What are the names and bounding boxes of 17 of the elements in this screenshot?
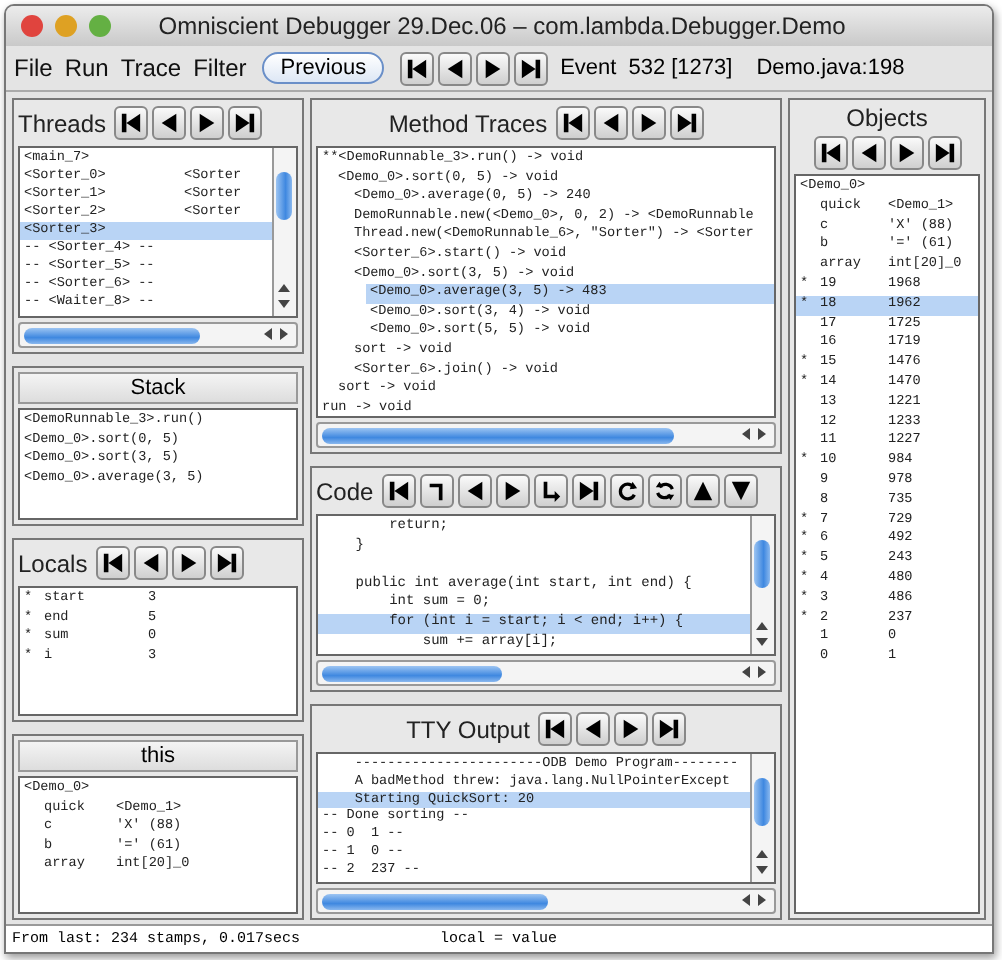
panel-title: TTY Output — [406, 715, 530, 743]
source-location: Demo.java:198 — [756, 56, 905, 80]
panel-title: Code — [316, 477, 374, 505]
window-title: Omniscient Debugger 29.Dec.06 – com.lambda.Debugger.Demo — [156, 12, 848, 40]
previous-button[interactable]: Previous — [262, 52, 385, 84]
menu-item[interactable]: Filter — [193, 54, 247, 82]
menu-item[interactable]: Trace — [120, 54, 182, 82]
event-label: Event — [560, 56, 617, 80]
panel-title: Stack — [18, 372, 298, 404]
panel-title: this — [18, 740, 298, 772]
panel-title: Locals — [18, 549, 88, 577]
menu-item[interactable]: Run — [64, 54, 109, 82]
panel-title: Objects — [846, 104, 928, 132]
panel-title: Method Traces — [388, 109, 548, 137]
menu-item[interactable]: File — [14, 54, 53, 82]
event-counter: 532 [1273] — [628, 56, 733, 80]
panel-title: Threads — [18, 109, 107, 137]
